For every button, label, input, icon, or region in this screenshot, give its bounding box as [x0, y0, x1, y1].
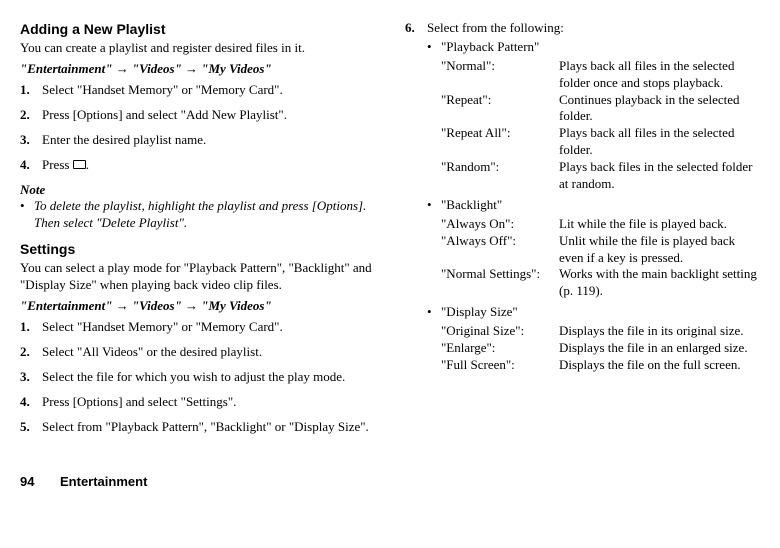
breadcrumb-1: "Entertainment" → "Videos" → "My Videos" [20, 61, 375, 78]
step-2-2: 2. Select "All Videos" or the desired pl… [20, 344, 375, 361]
option-label: "Normal": [441, 58, 559, 92]
option-label: "Full Screen": [441, 357, 559, 374]
option-row: "Original Size": Displays the file in it… [441, 323, 760, 340]
option-desc: Plays back all files in the selected fol… [559, 125, 760, 159]
step-text: Press [Options] and select "Settings". [42, 394, 375, 411]
option-label: "Random": [441, 159, 559, 193]
options-container: • "Playback Pattern" "Normal": Plays bac… [405, 39, 760, 374]
option-row: "Normal Settings": Works with the main b… [441, 266, 760, 300]
option-desc: Plays back all files in the selected fol… [559, 58, 760, 92]
step-number: 3. [20, 132, 42, 149]
heading-new-playlist: Adding a New Playlist [20, 20, 375, 38]
option-desc: Unlit while the file is played back even… [559, 233, 760, 267]
step-text: Select "Handset Memory" or "Memory Card"… [42, 82, 375, 99]
step-text: Select "All Videos" or the desired playl… [42, 344, 375, 361]
option-desc: Plays back files in the selected folder … [559, 159, 760, 193]
option-label: "Repeat": [441, 92, 559, 126]
section-title: Entertainment [60, 474, 147, 491]
step-text: Press . [42, 157, 375, 174]
option-desc: Lit while the file is played back. [559, 216, 760, 233]
option-label: "Repeat All": [441, 125, 559, 159]
option-row: "Always Off": Unlit while the file is pl… [441, 233, 760, 267]
content-columns: Adding a New Playlist You can create a p… [20, 20, 760, 444]
note-text: To delete the playlist, highlight the pl… [34, 198, 375, 232]
step-1-4: 4. Press . [20, 157, 375, 174]
option-row: "Full Screen": Displays the file on the … [441, 357, 760, 374]
page-number: 94 [20, 474, 60, 491]
option-row: "Enlarge": Displays the file in an enlar… [441, 340, 760, 357]
group-title: "Display Size" [441, 304, 760, 321]
note-label: Note [20, 182, 375, 199]
step-2-3: 3. Select the file for which you wish to… [20, 369, 375, 386]
option-row: "Random": Plays back files in the select… [441, 159, 760, 193]
step-text: Select from the following: [427, 20, 760, 37]
step-text: Enter the desired playlist name. [42, 132, 375, 149]
bullet: • [427, 197, 441, 214]
step-text: Select the file for which you wish to ad… [42, 369, 375, 386]
option-desc: Continues playback in the selected folde… [559, 92, 760, 126]
step-number: 2. [20, 344, 42, 361]
step-number: 3. [20, 369, 42, 386]
option-label: "Enlarge": [441, 340, 559, 357]
step-text-prefix: Press [42, 157, 73, 172]
group-playback-pattern: • "Playback Pattern" [427, 39, 760, 56]
step-number: 4. [20, 394, 42, 411]
right-column: 6. Select from the following: • "Playbac… [405, 20, 760, 444]
step-text: Press [Options] and select "Add New Play… [42, 107, 375, 124]
step-number: 1. [20, 82, 42, 99]
step-2-4: 4. Press [Options] and select "Settings"… [20, 394, 375, 411]
step-number: 1. [20, 319, 42, 336]
option-desc: Works with the main backlight setting (p… [559, 266, 760, 300]
option-row: "Normal": Plays back all files in the se… [441, 58, 760, 92]
option-desc: Displays the file in its original size. [559, 323, 760, 340]
step-1-3: 3. Enter the desired playlist name. [20, 132, 375, 149]
intro-new-playlist: You can create a playlist and register d… [20, 40, 375, 57]
step-number: 5. [20, 419, 42, 436]
step-number: 2. [20, 107, 42, 124]
note-item: • To delete the playlist, highlight the … [20, 198, 375, 232]
option-label: "Original Size": [441, 323, 559, 340]
page-footer: 94 Entertainment [20, 474, 760, 491]
center-key-icon [73, 160, 86, 169]
bullet: • [427, 39, 441, 56]
option-label: "Always Off": [441, 233, 559, 267]
option-label: "Normal Settings": [441, 266, 559, 300]
option-desc: Displays the file on the full screen. [559, 357, 760, 374]
group-items: "Normal": Plays back all files in the se… [427, 58, 760, 193]
group-items: "Always On": Lit while the file is playe… [427, 216, 760, 300]
step-2-5: 5. Select from "Playback Pattern", "Back… [20, 419, 375, 436]
step-1-2: 2. Press [Options] and select "Add New P… [20, 107, 375, 124]
step-number: 6. [405, 20, 427, 37]
group-items: "Original Size": Displays the file in it… [427, 323, 760, 374]
intro-settings: You can select a play mode for "Playback… [20, 260, 375, 294]
group-display-size: • "Display Size" [427, 304, 760, 321]
option-row: "Repeat All": Plays back all files in th… [441, 125, 760, 159]
option-label: "Always On": [441, 216, 559, 233]
group-backlight: • "Backlight" [427, 197, 760, 214]
option-desc: Displays the file in an enlarged size. [559, 340, 760, 357]
step-1-1: 1. Select "Handset Memory" or "Memory Ca… [20, 82, 375, 99]
option-row: "Repeat": Continues playback in the sele… [441, 92, 760, 126]
bullet: • [20, 198, 34, 232]
group-title: "Backlight" [441, 197, 760, 214]
step-6: 6. Select from the following: [405, 20, 760, 37]
step-text: Select "Handset Memory" or "Memory Card"… [42, 319, 375, 336]
group-title: "Playback Pattern" [441, 39, 760, 56]
step-number: 4. [20, 157, 42, 174]
heading-settings: Settings [20, 240, 375, 258]
step-text: Select from "Playback Pattern", "Backlig… [42, 419, 375, 436]
breadcrumb-2: "Entertainment" → "Videos" → "My Videos" [20, 298, 375, 315]
step-2-1: 1. Select "Handset Memory" or "Memory Ca… [20, 319, 375, 336]
bullet: • [427, 304, 441, 321]
option-row: "Always On": Lit while the file is playe… [441, 216, 760, 233]
left-column: Adding a New Playlist You can create a p… [20, 20, 375, 444]
